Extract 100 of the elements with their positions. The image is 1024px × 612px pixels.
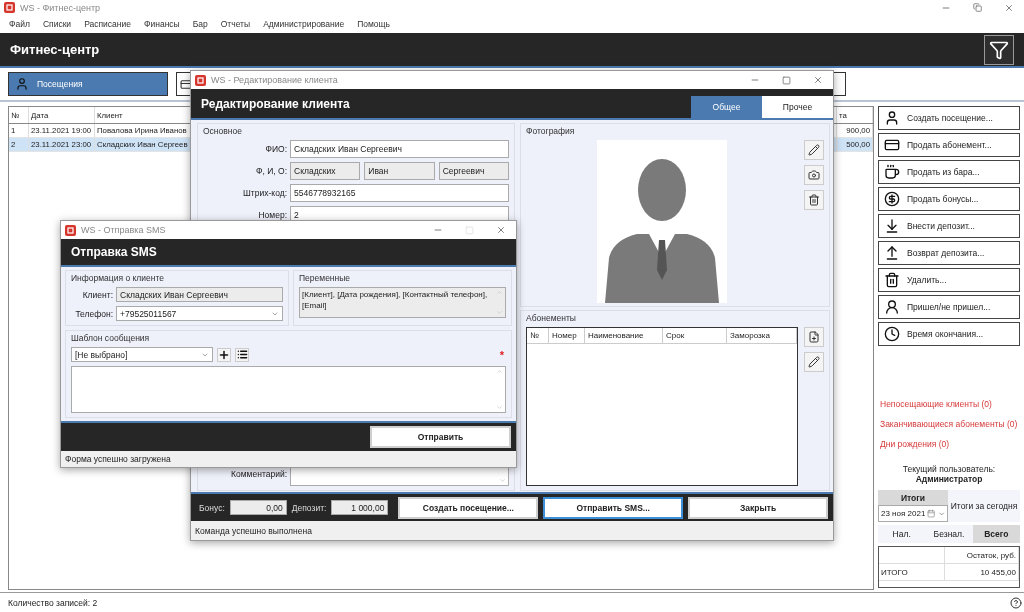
- dialog-tab[interactable]: Общее: [691, 96, 762, 118]
- action-button[interactable]: Создать посещение...: [878, 106, 1020, 130]
- action-button[interactable]: Продать из бара...: [878, 160, 1020, 184]
- column-header: Срок: [663, 328, 727, 343]
- menu-item[interactable]: Файл: [9, 19, 30, 29]
- edit-button[interactable]: [804, 140, 824, 160]
- trash-icon: [884, 272, 900, 288]
- dollar-coin-icon: [884, 191, 900, 207]
- window-title: WS - Отправка SMS: [81, 225, 166, 235]
- input-field[interactable]: Складских Иван Сергеевич: [290, 140, 509, 158]
- variables-field[interactable]: [Клиент], [Дата рождения], [Контактный телефон], [Email]: [299, 287, 506, 318]
- card-icon: [884, 137, 900, 153]
- menu-item[interactable]: Администрирование: [263, 19, 345, 29]
- message-field[interactable]: [71, 366, 506, 413]
- send-button[interactable]: Отправить: [370, 426, 511, 448]
- group-title: Шаблон сообщения: [71, 333, 151, 343]
- clock-icon: [884, 326, 900, 342]
- column-header: Наименование: [585, 328, 663, 343]
- action-button[interactable]: Продать абонемент...: [878, 133, 1020, 157]
- input-field[interactable]: Сергеевич: [438, 162, 509, 180]
- user-icon: [884, 299, 900, 315]
- menu-item[interactable]: Отчеты: [220, 19, 251, 29]
- table-cell: ИТОГО: [879, 564, 945, 580]
- maximize-icon[interactable]: [973, 3, 982, 12]
- variables-text: [Клиент], [Дата рождения], [Контактный телефон], [Email]: [302, 289, 489, 312]
- close-icon[interactable]: [813, 75, 823, 85]
- alert-link[interactable]: Непосещающие клиенты (0): [880, 399, 1020, 409]
- dialog-button[interactable]: Закрыть: [688, 496, 828, 519]
- visits-tab[interactable]: Посещения: [8, 72, 168, 96]
- action-button[interactable]: Возврат депозита...: [878, 241, 1020, 265]
- close-icon[interactable]: [496, 225, 506, 235]
- window-title: WS - Редактирование клиента: [211, 75, 338, 85]
- pencil-icon: [808, 144, 820, 156]
- field-label: Штрих-код:: [242, 188, 287, 198]
- payment-tab[interactable]: Нал.: [878, 525, 926, 543]
- bonus-field[interactable]: 0,00: [229, 500, 287, 515]
- document-plus-icon: [808, 331, 820, 343]
- field-label: Комментарий:: [230, 469, 287, 481]
- user-icon: [884, 110, 900, 126]
- delete-button[interactable]: [804, 190, 824, 210]
- action-button[interactable]: Пришел/не пришел...: [878, 295, 1020, 319]
- column-header: Заморозка: [727, 328, 797, 343]
- status-text: Количество записей: 2: [8, 597, 99, 608]
- totals-tab[interactable]: Итоги за сегодня: [948, 490, 1020, 522]
- group-title: Абонементы: [526, 313, 577, 323]
- caret-icon: [937, 509, 945, 518]
- client-field[interactable]: Складских Иван Сергеевич: [116, 287, 283, 302]
- camera-button[interactable]: [804, 165, 824, 185]
- dialog-button[interactable]: Создать посещение...: [398, 496, 539, 519]
- menu-item[interactable]: Помощь: [357, 19, 391, 29]
- status-text: Команда успешно выполнена: [195, 525, 312, 536]
- input-field[interactable]: Иван: [364, 162, 435, 180]
- dialog-button[interactable]: Отправить SMS...: [543, 496, 684, 519]
- group-title: Основное: [203, 126, 243, 136]
- alert-link[interactable]: Заканчивающиеся абонементы (0): [880, 419, 1020, 429]
- filter-button[interactable]: [984, 34, 1014, 65]
- field-label: Клиент:: [81, 289, 113, 300]
- menu-item[interactable]: Финансы: [144, 19, 180, 29]
- filter-icon: [989, 39, 1009, 60]
- group-title: Фотография: [526, 126, 576, 136]
- edit-button[interactable]: [804, 352, 824, 372]
- app-logo-icon: [195, 74, 206, 86]
- input-field[interactable]: 5546778932165: [290, 184, 509, 202]
- field-label: Ф, И, О:: [255, 166, 287, 176]
- menu-item[interactable]: Списки: [42, 19, 72, 29]
- card-icon: [180, 77, 193, 91]
- action-button[interactable]: Время окончания...: [878, 322, 1020, 346]
- payment-tab[interactable]: Безнал.: [925, 525, 973, 543]
- column-header: Номер: [549, 328, 585, 343]
- phone-dropdown[interactable]: +79525011567: [116, 306, 283, 321]
- alert-link[interactable]: Дни рождения (0): [880, 439, 1020, 449]
- field-label: ФИО:: [264, 144, 287, 154]
- add-button[interactable]: [217, 347, 231, 362]
- scroll-down-icon: [499, 477, 506, 484]
- plus-icon: [218, 348, 230, 361]
- status-text: Форма успешно загружена: [65, 454, 171, 464]
- input-field[interactable]: Складских: [290, 162, 361, 180]
- action-button[interactable]: Внести депозит...: [878, 214, 1020, 238]
- menu-item[interactable]: Бар: [192, 19, 208, 29]
- action-button[interactable]: Удалить...: [878, 268, 1020, 292]
- totals-tab[interactable]: Итоги: [878, 490, 948, 505]
- maximize-icon[interactable]: [782, 75, 791, 85]
- list-button[interactable]: [235, 347, 249, 362]
- close-icon[interactable]: [1004, 2, 1014, 13]
- deposit-field[interactable]: 1 000,00: [331, 500, 389, 515]
- menu-item[interactable]: Расписание: [84, 19, 131, 29]
- dialog-tab[interactable]: Прочее: [762, 96, 833, 118]
- date-picker[interactable]: 23 ноя 2021: [878, 505, 948, 522]
- list-icon: [236, 349, 248, 360]
- bonus-label: Бонус:: [199, 502, 225, 513]
- template-dropdown[interactable]: [Не выбрано]: [71, 347, 213, 362]
- field-label: Телефон:: [74, 308, 113, 319]
- column-header: Остаток, руб.: [945, 547, 1019, 563]
- app-logo-icon: [65, 224, 76, 236]
- camera-icon: [808, 169, 820, 181]
- app-header-title: Фитнес-центр: [10, 42, 100, 57]
- action-button[interactable]: Продать бонусы...: [878, 187, 1020, 211]
- payment-tab[interactable]: Всего: [972, 525, 1020, 543]
- add-button[interactable]: [804, 327, 824, 347]
- help-icon[interactable]: [1010, 596, 1022, 609]
